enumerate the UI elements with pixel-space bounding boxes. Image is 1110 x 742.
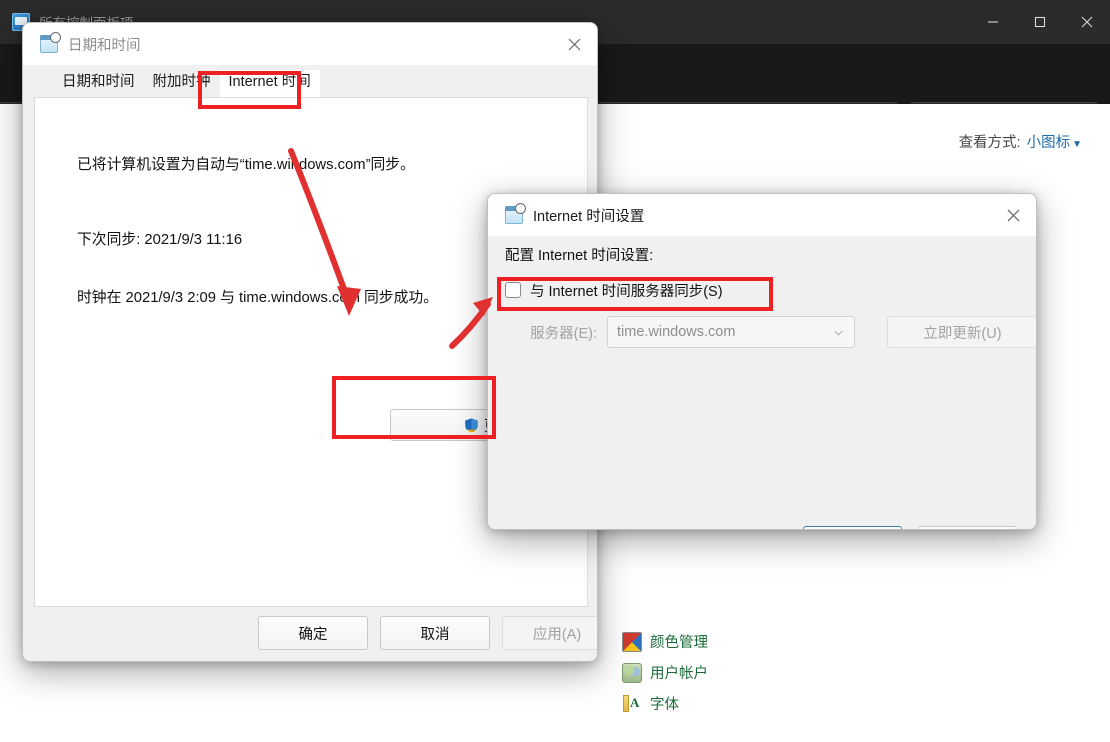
maximize-button[interactable]	[1016, 0, 1063, 44]
tab-label: 附加时钟	[152, 74, 211, 90]
sync-checkbox-row[interactable]: 与 Internet 时间服务器同步(S)	[505, 279, 723, 301]
close-icon	[568, 38, 580, 50]
internet-time-settings-titlebar: Internet 时间设置	[488, 194, 1036, 236]
list-item-label: 颜色管理	[650, 635, 708, 651]
tab-additional-clocks[interactable]: 附加时钟	[144, 70, 220, 97]
chevron-down-icon	[832, 317, 845, 347]
list-item[interactable]: 颜色管理	[622, 626, 922, 657]
sync-checkbox[interactable]	[505, 282, 521, 298]
sync-checkbox-label: 与 Internet 时间服务器同步(S)	[530, 283, 723, 300]
tab-date-and-time[interactable]: 日期和时间	[53, 70, 144, 97]
ok-button[interactable]: 确定	[258, 616, 368, 650]
list-item[interactable]: 字体	[622, 688, 922, 719]
cancel-button[interactable]: 取消	[918, 526, 1017, 529]
sync-status-text: 已将计算机设置为自动与“time.windows.com”同步。	[77, 157, 415, 173]
date-time-dialog-footer: 确定 取消 应用(A)	[23, 605, 597, 661]
update-now-button: 立即更新(U)	[887, 316, 1036, 348]
date-time-icon	[40, 32, 61, 53]
close-icon	[1007, 209, 1019, 221]
cancel-button[interactable]: 取消	[380, 616, 490, 650]
close-icon	[1081, 16, 1092, 28]
internet-time-settings-dialog: Internet 时间设置 配置 Internet 时间设置: 与 Intern…	[487, 193, 1037, 530]
list-item-label: 字体	[650, 697, 679, 713]
control-panel-item-list: 颜色管理 用户帐户 字体	[622, 626, 922, 719]
last-sync-text: 时钟在 2021/9/3 2:09 与 time.windows.com 同步成…	[77, 290, 438, 306]
date-time-icon	[505, 203, 526, 224]
ok-button[interactable]: 确定	[803, 526, 902, 529]
date-time-tabstrip: 日期和时间 附加时钟 Internet 时间	[23, 65, 597, 97]
list-item-label: 用户帐户	[650, 666, 708, 682]
user-accounts-icon	[622, 662, 642, 683]
control-panel-caption-buttons	[969, 0, 1110, 44]
view-by-control[interactable]: 查看方式: 小图标 ▼	[959, 131, 1082, 152]
internet-time-settings-close-button[interactable]	[990, 194, 1036, 236]
tab-internet-time[interactable]: Internet 时间	[219, 70, 320, 97]
date-time-dialog-titlebar: 日期和时间	[23, 23, 597, 65]
tab-label: Internet 时间	[228, 74, 311, 90]
minimize-icon	[987, 21, 998, 23]
color-management-icon	[622, 631, 642, 652]
server-row: 服务器(E): time.windows.com 立即更新(U)	[505, 316, 1036, 348]
tab-label: 日期和时间	[62, 74, 135, 90]
date-time-dialog-close-button[interactable]	[551, 23, 597, 65]
minimize-button[interactable]	[969, 0, 1016, 44]
settings-heading: 配置 Internet 时间设置:	[505, 248, 654, 264]
next-sync-text: 下次同步: 2021/9/3 11:16	[77, 232, 243, 248]
list-item[interactable]: 用户帐户	[622, 657, 922, 688]
apply-button: 应用(A)	[502, 616, 597, 650]
uac-shield-icon	[463, 416, 480, 434]
fonts-icon	[622, 693, 642, 714]
server-select: time.windows.com	[607, 316, 855, 348]
close-button[interactable]	[1063, 0, 1110, 44]
internet-time-settings-title: Internet 时间设置	[533, 208, 645, 225]
maximize-icon	[1034, 16, 1045, 28]
desktop-background: 所有控制面板项	[0, 0, 1110, 742]
view-by-value[interactable]: 小图标	[1027, 135, 1071, 151]
chevron-down-icon: ▼	[1072, 139, 1082, 150]
internet-time-settings-body: 配置 Internet 时间设置: 与 Internet 时间服务器同步(S) …	[488, 236, 1036, 529]
server-value: time.windows.com	[617, 324, 736, 340]
view-by-label: 查看方式:	[958, 135, 1021, 151]
server-label: 服务器(E):	[530, 325, 597, 342]
date-time-dialog-title: 日期和时间	[68, 37, 141, 54]
